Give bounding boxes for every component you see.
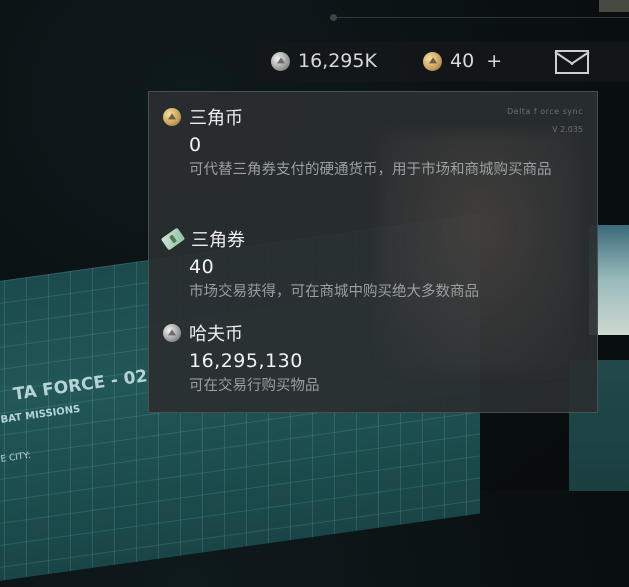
add-currency-button[interactable]: +: [486, 50, 502, 72]
currency-tooltip: Delta f orce sync V 2.035 三角币 0 可代替三角券支付…: [148, 91, 598, 413]
tooltip-section-triangle-ticket: 三角券 40 市场交易获得，可在商城中购买绝大多数商品: [160, 227, 589, 303]
tooltip-section-triangle-coin: 三角币 0 可代替三角券支付的硬通货币，用于市场和商城购买商品: [163, 106, 589, 181]
haf-amount: 16,295K: [298, 50, 377, 72]
currency-bar: 16,295K 40 +: [255, 42, 629, 82]
section-value: 16,295,130: [189, 350, 303, 372]
top-divider-dot: [330, 14, 337, 21]
ticket-icon: [160, 227, 186, 251]
corner-highlight: [599, 0, 629, 12]
triangle-amount: 40: [450, 50, 475, 72]
haf-currency-display[interactable]: 16,295K: [271, 50, 377, 72]
gold-coin-icon: [163, 108, 181, 126]
silver-coin-icon: [271, 51, 290, 71]
section-title: 三角币: [189, 108, 243, 129]
section-value: 40: [189, 256, 215, 278]
tooltip-section-haf-coin: 哈夫币 16,295,130 可在交易行购买物品: [163, 322, 589, 397]
triangle-currency-display[interactable]: 40 +: [423, 50, 502, 72]
section-description: 可在交易行购买物品: [189, 378, 320, 394]
section-description: 可代替三角券支付的硬通货币，用于市场和商城购买商品: [189, 162, 552, 178]
section-title: 三角券: [191, 230, 245, 251]
section-value: 0: [189, 134, 202, 156]
silver-coin-icon: [163, 324, 181, 342]
mail-icon[interactable]: [555, 50, 589, 74]
gold-coin-icon: [423, 51, 442, 71]
section-title: 哈夫币: [189, 324, 243, 345]
top-divider-line: [332, 17, 629, 18]
section-description: 市场交易获得，可在商城中购买绝大多数商品: [189, 284, 479, 300]
